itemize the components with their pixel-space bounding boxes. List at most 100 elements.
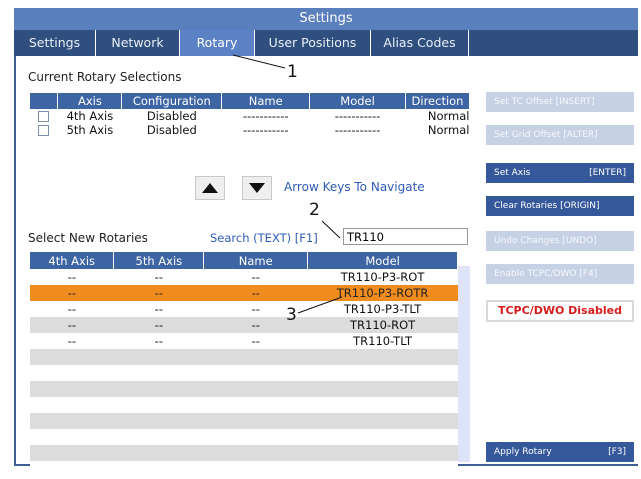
axis5-cell: -- xyxy=(113,285,204,301)
new-rotaries-table: 4th Axis 5th Axis Name Model -- -- -- TR110… xyxy=(30,252,458,477)
nav-down-button[interactable] xyxy=(242,176,272,200)
axis5-cell xyxy=(113,365,204,381)
button-label: Enable TCPC/DWO [F4] xyxy=(494,269,598,279)
empty-table-row xyxy=(30,429,458,445)
empty-table-row xyxy=(30,413,458,429)
navigation-hint: Arrow Keys To Navigate xyxy=(284,180,425,194)
rotary-settings-window: Settings Settings Network Rotary User Po… xyxy=(0,0,641,479)
column-header: Model xyxy=(307,252,458,269)
triangle-up-icon xyxy=(202,183,218,193)
table-row[interactable]: 5th Axis Disabled ----------- ----------… xyxy=(30,123,470,137)
table-row[interactable]: -- -- -- TR110-ROT xyxy=(30,317,458,333)
empty-table-row xyxy=(30,365,458,381)
name-cell xyxy=(203,381,308,397)
table-row[interactable]: -- -- -- TR110-P3-ROTR xyxy=(30,285,458,301)
callout-1: 1 xyxy=(287,62,298,82)
empty-table-row xyxy=(30,397,458,413)
model-cell: TR110-P3-ROT xyxy=(307,269,458,285)
model-cell: ----------- xyxy=(334,123,381,137)
column-header: 4th Axis xyxy=(30,252,115,269)
tab-alias-codes[interactable]: Alias Codes xyxy=(371,30,469,56)
model-cell xyxy=(307,461,458,477)
checkbox[interactable] xyxy=(38,111,50,122)
current-rotary-table: Axis Configuration Name Model Direction … xyxy=(30,93,471,137)
search-input[interactable] xyxy=(343,228,468,245)
column-header: Axis xyxy=(57,93,123,109)
axis4-cell xyxy=(30,397,114,413)
column-header: Name xyxy=(203,252,309,269)
name-cell xyxy=(203,397,308,413)
axis5-cell: -- xyxy=(113,317,204,333)
button-key: [ENTER] xyxy=(589,168,626,178)
select-new-rotaries-label: Select New Rotaries xyxy=(28,231,148,245)
button-label: Undo Changes [UNDO] xyxy=(494,236,597,246)
button-label: Clear Rotaries [ORIGIN] xyxy=(494,201,600,211)
axis4-cell xyxy=(30,365,114,381)
window-title: Settings xyxy=(14,8,638,30)
tab-rotary[interactable]: Rotary xyxy=(180,30,255,56)
column-header: Name xyxy=(221,93,311,109)
axis5-cell xyxy=(113,413,204,429)
tcpc-dwo-status: TCPC/DWO Disabled xyxy=(486,300,634,322)
model-cell: TR110-ROT xyxy=(307,317,458,333)
current-rotary-label: Current Rotary Selections xyxy=(28,70,182,84)
tab-settings[interactable]: Settings xyxy=(14,30,96,56)
row-checkbox[interactable] xyxy=(30,123,58,137)
table-row[interactable]: -- -- -- TR110-P3-ROT xyxy=(30,269,458,285)
axis4-cell: -- xyxy=(30,333,114,349)
table-scrollbar[interactable] xyxy=(458,266,470,462)
callout-2: 2 xyxy=(309,200,320,220)
axis4-cell: -- xyxy=(30,285,114,301)
name-cell: -- xyxy=(203,269,308,285)
column-header: Direction xyxy=(405,93,471,109)
column-header: 5th Axis xyxy=(113,252,205,269)
clear-rotaries-button[interactable]: Clear Rotaries [ORIGIN] xyxy=(485,195,635,217)
axis4-cell: -- xyxy=(30,317,114,333)
axis4-cell xyxy=(30,381,114,397)
axis5-cell xyxy=(113,461,204,477)
name-cell xyxy=(203,429,308,445)
undo-changes-button[interactable]: Undo Changes [UNDO] xyxy=(485,230,635,252)
callout-3: 3 xyxy=(286,305,297,325)
set-axis-button[interactable]: Set Axis [ENTER] xyxy=(485,162,635,184)
table-row[interactable]: -- -- -- TR110-TLT xyxy=(30,333,458,349)
button-label: Set Axis xyxy=(494,168,531,178)
current-table-header: Axis Configuration Name Model Direction xyxy=(30,93,471,109)
tab-user-positions[interactable]: User Positions xyxy=(255,30,371,56)
button-key: [F3] xyxy=(608,447,626,457)
model-cell xyxy=(307,429,458,445)
apply-rotary-button[interactable]: Apply Rotary [F3] xyxy=(485,441,635,463)
tab-bar: Settings Network Rotary User Positions A… xyxy=(14,30,638,56)
new-table-header: 4th Axis 5th Axis Name Model xyxy=(30,252,458,269)
nav-up-button[interactable] xyxy=(195,176,225,200)
set-tc-offset-button[interactable]: Set TC Offset [INSERT] xyxy=(485,91,635,113)
search-label: Search (TEXT) [F1] xyxy=(210,231,318,245)
table-row[interactable]: 4th Axis Disabled ----------- ----------… xyxy=(30,109,470,123)
empty-table-row xyxy=(30,349,458,365)
button-label: Set Grid Offset [ALTER] xyxy=(494,130,598,140)
tab-network[interactable]: Network xyxy=(96,30,180,56)
empty-table-row xyxy=(30,461,458,477)
model-cell xyxy=(307,365,458,381)
column-header: Configuration xyxy=(121,93,223,109)
checkbox[interactable] xyxy=(38,125,50,136)
axis4-cell xyxy=(30,413,114,429)
configuration-cell: Disabled xyxy=(146,109,197,123)
direction-cell: Normal xyxy=(427,109,470,123)
axis4-cell: -- xyxy=(30,301,114,317)
axis4-cell xyxy=(30,349,114,365)
axis4-cell xyxy=(30,461,114,477)
enable-tcpc-dwo-button[interactable]: Enable TCPC/DWO [F4] xyxy=(485,263,635,285)
axis5-cell: -- xyxy=(113,301,204,317)
column-header: Model xyxy=(309,93,406,109)
row-checkbox[interactable] xyxy=(30,109,58,123)
name-cell: ----------- xyxy=(242,109,289,123)
model-cell xyxy=(307,445,458,461)
new-rotaries-rows: -- -- -- TR110-P3-ROT -- -- -- TR110-P3-ROTR -- -… xyxy=(30,269,458,477)
model-cell: TR110-P3-ROTR xyxy=(307,285,458,301)
model-cell xyxy=(307,413,458,429)
table-row[interactable]: -- -- -- TR110-P3-TLT xyxy=(30,301,458,317)
axis5-cell: -- xyxy=(113,269,204,285)
set-grid-offset-button[interactable]: Set Grid Offset [ALTER] xyxy=(485,124,635,146)
direction-cell: Normal xyxy=(427,123,470,137)
